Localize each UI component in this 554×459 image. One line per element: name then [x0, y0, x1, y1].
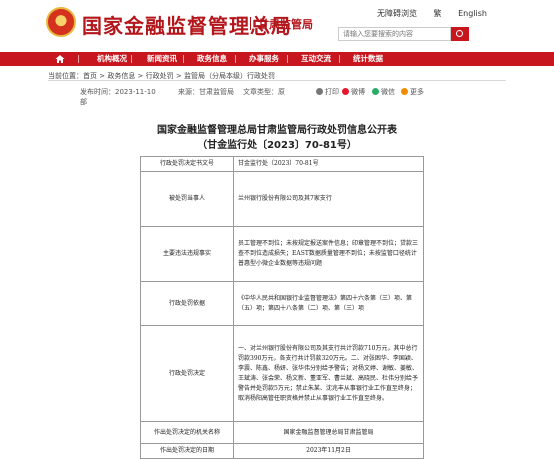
row-label: 行政处罚决定书文号 [140, 156, 234, 172]
table-row: 主要违法违规事实 员工管理不到位；未按规定报送案件信息；印章管理不到位；贷款三查… [140, 226, 424, 282]
english-link[interactable]: English [458, 9, 487, 18]
publish-date-tail: 部 [80, 98, 87, 106]
wechat-icon [372, 88, 379, 95]
document-type: 文章类型：原 [243, 88, 285, 96]
row-label: 作出处罚决定的日期 [140, 443, 234, 459]
print-link[interactable]: 打印 [316, 87, 339, 97]
nav-item-news[interactable]: 新闻资讯 [140, 52, 184, 66]
site-header: 国家金融监督管理总局 甘肃监管局 无障碍浏览 繁 English [0, 0, 554, 52]
home-icon[interactable] [55, 54, 65, 64]
more-share[interactable]: 更多 [401, 87, 424, 97]
nav-item-services[interactable]: 办事服务 [242, 52, 286, 66]
nav-item-interaction[interactable]: 互动交流 [294, 52, 338, 66]
search-input[interactable] [338, 27, 451, 41]
nav-item-org[interactable]: 机构概况 [90, 52, 134, 66]
table-row: 被处罚当事人 兰州银行股份有限公司及其7家支行 [140, 171, 424, 227]
source: 来源：甘肃监管局 [178, 88, 234, 96]
row-value: 甘金监行处〔2023〕70-81号 [233, 156, 424, 172]
document-number: （甘金监行处〔2023〕70-81号） [197, 140, 357, 151]
row-label: 行政处罚依据 [140, 281, 234, 326]
table-row: 行政处罚决定书文号 甘金监行处〔2023〕70-81号 [140, 156, 424, 172]
table-row: 作出处罚决定的机关名称 国家金融监督管理总局甘肃监管局 [140, 421, 424, 444]
row-value: 2023年11月2日 [233, 443, 424, 459]
row-label: 被处罚当事人 [140, 171, 234, 227]
row-label: 主要违法违规事实 [140, 226, 234, 282]
print-icon [316, 88, 323, 95]
document-title: 国家金融监督管理总局甘肃监管局行政处罚信息公开表 [157, 125, 397, 136]
publish-date: 发布时间：2023-11-10 [80, 88, 156, 96]
row-label: 作出处罚决定的机关名称 [140, 421, 234, 444]
main-nav: 机构概况 新闻资讯 政务信息 办事服务 互动交流 统计数据 [0, 52, 554, 66]
row-value: 一、对兰州银行股份有限公司及其支行共计罚款710万元，其中总行罚款390万元，各… [233, 325, 424, 422]
accessibility-link[interactable]: 无障碍浏览 [377, 9, 417, 18]
table-row: 行政处罚依据 《中华人民共和国银行业监督管理法》第四十六条第（三）项、第（五）项… [140, 281, 424, 326]
nav-item-gov-info[interactable]: 政务信息 [190, 52, 234, 66]
weibo-icon [342, 88, 349, 95]
penalty-info-table: 行政处罚决定书文号 甘金监行处〔2023〕70-81号 被处罚当事人 兰州银行股… [140, 156, 424, 459]
row-value: 《中华人民共和国银行业监督管理法》第四十六条第（三）项、第（五）项；第四十八条第… [233, 281, 424, 326]
row-value: 员工管理不到位；未按规定报送案件信息；印章管理不到位；贷款三查不到位造成损失；E… [233, 226, 424, 282]
row-value: 国家金融监督管理总局甘肃监管局 [233, 421, 424, 444]
row-value: 兰州银行股份有限公司及其7家支行 [233, 171, 424, 227]
accessibility-links: 无障碍浏览 繁 English [377, 8, 501, 19]
nav-item-statistics[interactable]: 统计数据 [346, 52, 390, 66]
weibo-share[interactable]: 微博 [342, 87, 365, 97]
traditional-chinese-link[interactable]: 繁 [434, 9, 442, 18]
wechat-share[interactable]: 微信 [372, 87, 395, 97]
more-icon [401, 88, 408, 95]
table-row: 作出处罚决定的日期 2023年11月2日 [140, 443, 424, 459]
national-emblem-icon[interactable] [46, 7, 76, 37]
divider [48, 80, 506, 81]
table-row: 行政处罚决定 一、对兰州银行股份有限公司及其支行共计罚款710万元，其中总行罚款… [140, 325, 424, 422]
row-label: 行政处罚决定 [140, 325, 234, 422]
bureau-name: 甘肃监管局 [250, 17, 313, 31]
search-button[interactable] [451, 27, 469, 41]
